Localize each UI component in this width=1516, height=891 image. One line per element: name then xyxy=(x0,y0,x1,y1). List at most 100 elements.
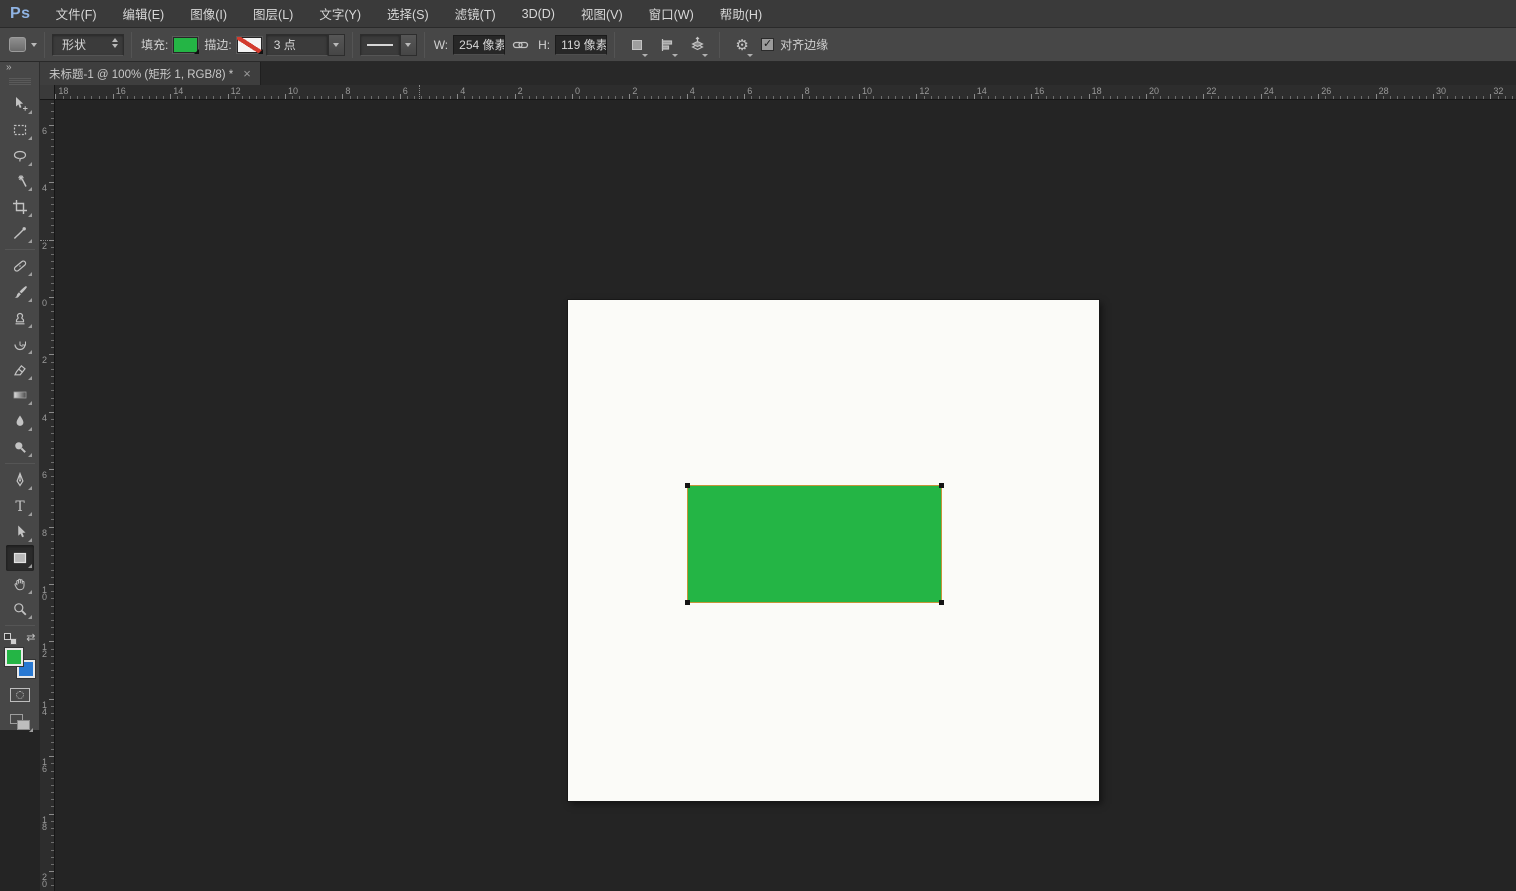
dodge-tool[interactable] xyxy=(6,434,34,460)
panel-grip[interactable] xyxy=(9,78,31,85)
path-alignment-button[interactable] xyxy=(655,33,679,57)
ruler-corner-box[interactable] xyxy=(40,85,55,100)
align-edges-label: 对齐边缘 xyxy=(780,36,828,53)
stroke-width-field[interactable]: 3 点 xyxy=(266,34,328,56)
stroke-width-dropdown-button[interactable] xyxy=(328,34,345,56)
menu-item-file[interactable]: 文件(F) xyxy=(43,0,110,27)
hand-tool[interactable] xyxy=(6,571,34,597)
hruler-label: 2 xyxy=(632,86,637,96)
hruler-label: 8 xyxy=(805,86,810,96)
zoom-tool[interactable] xyxy=(6,597,34,623)
blur-tool[interactable] xyxy=(6,408,34,434)
solid-line-icon xyxy=(367,44,393,46)
align-edges-checkbox[interactable]: ✓ 对齐边缘 xyxy=(761,36,828,53)
left-gutter xyxy=(0,730,40,891)
path-arrangement-button[interactable] xyxy=(685,33,709,57)
vruler-label: 0 xyxy=(42,300,47,307)
lasso-tool[interactable] xyxy=(6,143,34,169)
menu-item-help[interactable]: 帮助(H) xyxy=(707,0,775,27)
hruler-label: 14 xyxy=(173,86,183,96)
green-rectangle-shape[interactable] xyxy=(687,485,942,603)
move-tool[interactable] xyxy=(6,91,34,117)
stroke-style-select[interactable] xyxy=(360,34,400,56)
hruler-label: 20 xyxy=(1149,86,1159,96)
anchor-point-top-left[interactable] xyxy=(685,483,690,488)
path-operations-button[interactable] xyxy=(625,33,649,57)
menu-item-window[interactable]: 窗口(W) xyxy=(636,0,707,27)
collapse-panel-button[interactable]: » xyxy=(0,62,39,76)
vruler-label: 6 xyxy=(42,472,47,479)
checkbox-checked-icon: ✓ xyxy=(761,38,774,51)
cursor-position-indicator xyxy=(419,85,420,99)
menu-item-type[interactable]: 文字(Y) xyxy=(306,0,374,27)
vruler-label: 14 xyxy=(42,702,47,716)
pen-tool[interactable] xyxy=(6,467,34,493)
eraser-tool[interactable] xyxy=(6,357,34,383)
tool-preset-picker[interactable] xyxy=(9,37,37,52)
canvas-viewport[interactable] xyxy=(56,101,1516,891)
vruler-label: 2 xyxy=(42,357,47,364)
horizontal-ruler[interactable]: 1816141210864202468101214161820222426283… xyxy=(55,85,1516,100)
menu-items: 文件(F)编辑(E)图像(I)图层(L)文字(Y)选择(S)滤镜(T)3D(D)… xyxy=(43,0,776,27)
link-dimensions-icon[interactable] xyxy=(512,37,529,53)
menu-item-view[interactable]: 视图(V) xyxy=(568,0,636,27)
hruler-label: 32 xyxy=(1493,86,1503,96)
tools-panel: » T xyxy=(0,62,40,730)
document-tab[interactable]: 未标题-1 @ 100% (矩形 1, RGB/8) * × xyxy=(40,62,261,85)
screen-mode-button[interactable] xyxy=(10,714,30,730)
hruler-label: 4 xyxy=(690,86,695,96)
menu-item-3d[interactable]: 3D(D) xyxy=(509,0,568,27)
vruler-label: 12 xyxy=(42,644,47,658)
chevron-down-icon xyxy=(672,54,678,57)
quick-mask-mode-button[interactable] xyxy=(10,688,30,702)
hruler-label: 10 xyxy=(862,86,872,96)
mini-color-controls: ⇄ xyxy=(4,631,36,647)
close-icon[interactable]: × xyxy=(243,67,251,80)
history-brush-tool[interactable] xyxy=(6,331,34,357)
menu-item-layer[interactable]: 图层(L) xyxy=(240,0,306,27)
crop-tool[interactable] xyxy=(6,194,34,220)
anchor-point-bottom-left[interactable] xyxy=(685,600,690,605)
shape-height-value: 119 像素 xyxy=(561,36,607,53)
menu-item-filter[interactable]: 滤镜(T) xyxy=(442,0,509,27)
default-colors-icon[interactable] xyxy=(4,633,17,645)
menu-item-edit[interactable]: 编辑(E) xyxy=(110,0,178,27)
shape-width-input[interactable]: 254 像素 xyxy=(453,35,505,55)
hruler-label: 8 xyxy=(345,86,350,96)
swap-colors-icon[interactable]: ⇄ xyxy=(26,631,35,644)
hruler-label: 0 xyxy=(575,86,580,96)
height-label: H: xyxy=(538,38,550,52)
document-canvas[interactable] xyxy=(568,300,1099,801)
spot-healing-brush-tool[interactable] xyxy=(6,253,34,279)
eyedropper-tool[interactable] xyxy=(6,220,34,246)
path-selection-tool[interactable] xyxy=(6,519,34,545)
vruler-label: 16 xyxy=(42,759,47,773)
fill-color-swatch[interactable] xyxy=(173,37,198,53)
vertical-ruler[interactable]: 64202468101214161820 xyxy=(40,100,55,891)
rectangular-marquee-tool[interactable] xyxy=(6,117,34,143)
color-swatches xyxy=(5,648,35,678)
separator xyxy=(614,32,615,58)
anchor-point-top-right[interactable] xyxy=(939,483,944,488)
anchor-point-bottom-right[interactable] xyxy=(939,600,944,605)
shape-height-input[interactable]: 119 像素 xyxy=(555,35,607,55)
stroke-color-swatch[interactable] xyxy=(237,37,262,53)
clone-stamp-tool[interactable] xyxy=(6,305,34,331)
menu-item-image[interactable]: 图像(I) xyxy=(177,0,240,27)
magic-wand-tool[interactable] xyxy=(6,169,34,195)
type-tool[interactable]: T xyxy=(6,493,34,519)
vruler-label: 18 xyxy=(42,817,47,831)
menu-item-select[interactable]: 选择(S) xyxy=(374,0,442,27)
tool-mode-select[interactable]: 形状 xyxy=(52,34,124,56)
chevron-down-icon xyxy=(333,43,339,47)
foreground-color-swatch[interactable] xyxy=(5,648,23,666)
gradient-tool[interactable] xyxy=(6,383,34,409)
rectangle-tool[interactable] xyxy=(6,545,34,571)
vruler-label: 4 xyxy=(42,415,47,422)
chevron-down-icon xyxy=(702,54,708,57)
stroke-style-dropdown-button[interactable] xyxy=(400,34,417,56)
separator xyxy=(424,32,425,58)
gear-icon[interactable]: ⚙ xyxy=(730,33,754,57)
brush-tool[interactable] xyxy=(6,279,34,305)
separator xyxy=(131,32,132,58)
